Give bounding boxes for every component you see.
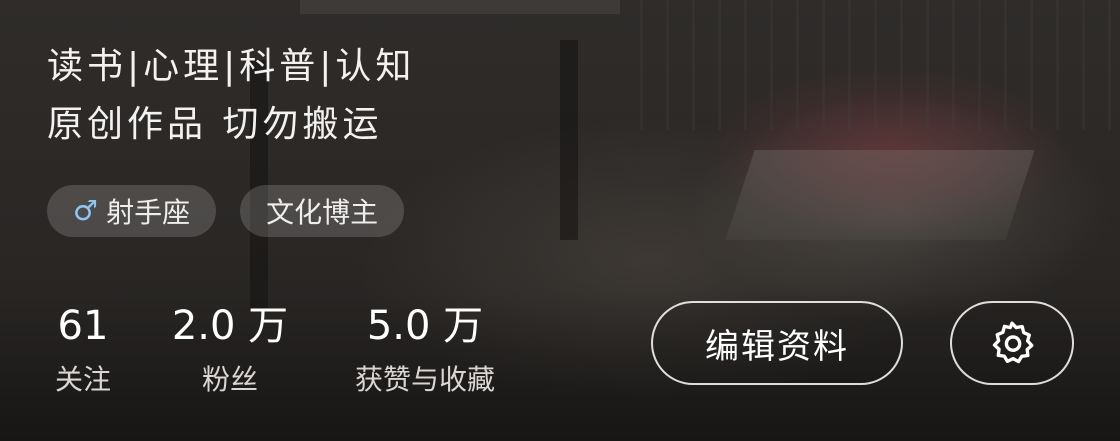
tag-category[interactable]: 文化博主 bbox=[240, 185, 405, 237]
stat-followers[interactable]: 2.0 万 粉丝 bbox=[172, 300, 288, 400]
profile-header: 读书|心理|科普|认知 原创作品 切勿搬运 ♂ 射手座 文化博主 61 关注 2… bbox=[0, 0, 1120, 441]
tag-label: 射手座 bbox=[106, 196, 191, 229]
stat-value: 5.0 万 bbox=[366, 303, 484, 349]
tag-zodiac[interactable]: ♂ 射手座 bbox=[47, 185, 217, 237]
background-bookshelf bbox=[640, 0, 1120, 130]
stat-value: 2.0 万 bbox=[171, 303, 289, 349]
settings-button[interactable] bbox=[950, 301, 1074, 385]
male-icon: ♂ bbox=[73, 194, 99, 227]
edit-profile-button[interactable]: 编辑资料 bbox=[651, 301, 903, 385]
profile-bio: 读书|心理|科普|认知 原创作品 切勿搬运 bbox=[47, 38, 415, 154]
stat-likes-and-collections[interactable]: 5.0 万 获赞与收藏 bbox=[355, 300, 495, 400]
profile-stats: 61 关注 2.0 万 粉丝 5.0 万 获赞与收藏 bbox=[0, 300, 620, 410]
profile-tags: ♂ 射手座 文化博主 bbox=[47, 185, 405, 237]
background-papers bbox=[725, 150, 1035, 240]
stat-label: 获赞与收藏 bbox=[354, 363, 496, 396]
edit-profile-label: 编辑资料 bbox=[705, 326, 849, 367]
gear-icon bbox=[992, 321, 1034, 364]
stat-label: 粉丝 bbox=[201, 363, 259, 396]
stat-value: 61 bbox=[57, 303, 109, 349]
stat-following[interactable]: 61 关注 bbox=[55, 300, 111, 400]
tag-label: 文化博主 bbox=[266, 196, 379, 229]
bio-line: 读书|心理|科普|认知 bbox=[47, 46, 416, 87]
background-table-edge bbox=[300, 0, 620, 14]
background-table-leg bbox=[560, 40, 578, 240]
bio-line: 原创作品 切勿搬运 bbox=[47, 104, 383, 145]
stat-label: 关注 bbox=[54, 363, 112, 396]
